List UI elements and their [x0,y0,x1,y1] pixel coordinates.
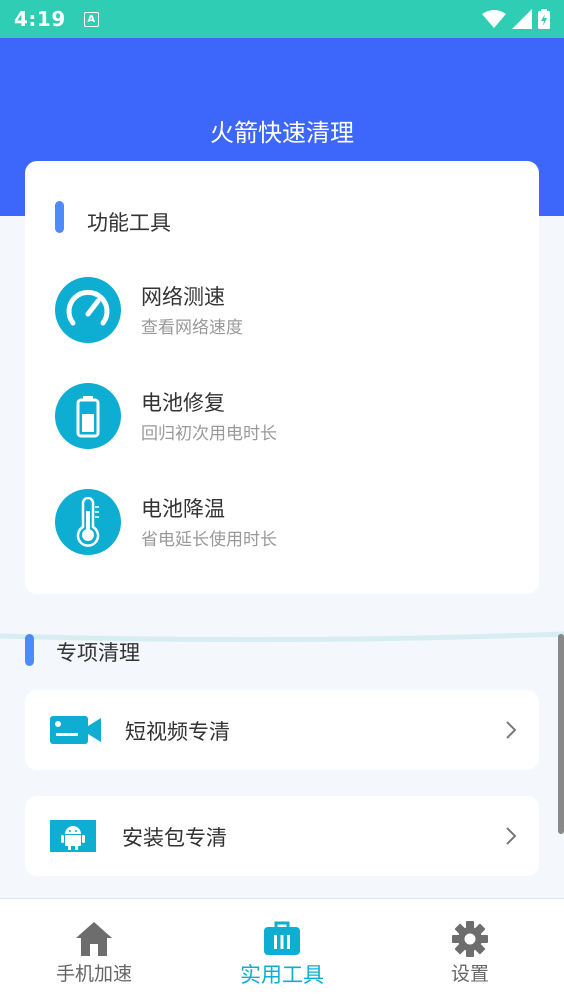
speedometer-icon [55,277,121,343]
nav-item-phone-speedup[interactable]: 手机加速 [0,899,188,1002]
tool-desc: 省电延长使用时长 [141,530,277,550]
battery-icon [55,383,121,449]
tool-item-battery-cooling[interactable]: 电池降温 省电延长使用时长 [55,483,515,563]
nav-label: 实用工具 [240,963,324,987]
status-bar: 4:19 A [0,0,564,38]
tool-name: 电池修复 [141,391,225,415]
notification-a-icon: A [83,11,99,27]
clean-item-label: 短视频专清 [125,720,230,744]
nav-item-settings[interactable]: 设置 [376,899,564,1002]
section-marker [25,634,34,666]
gear-icon [450,919,490,959]
status-time: 4:19 [14,7,66,31]
thermometer-icon [55,489,121,555]
tool-desc: 查看网络速度 [141,318,243,338]
signal-icon [512,9,532,29]
tool-name: 网络测速 [141,285,225,309]
bottom-nav: 手机加速 实用工具 设置 [0,898,564,1002]
battery-status-icon [538,9,550,29]
wifi-icon [482,10,506,28]
clean-item-label: 安装包专清 [122,826,227,850]
apk-clean-item[interactable]: 安装包专清 [25,796,539,876]
toolbox-icon [262,919,302,959]
short-video-clean-item[interactable]: 短视频专清 [25,690,539,770]
tool-desc: 回归初次用电时长 [141,424,277,444]
chevron-right-icon [506,827,517,845]
tool-name: 电池降温 [141,497,225,521]
tools-card: 功能工具 网络测速 查看网络速度 电池修复 回归初次用电时长 电池降温 省电延长… [25,161,539,594]
section-marker [55,201,64,233]
android-package-icon [50,820,96,852]
tool-item-battery-repair[interactable]: 电池修复 回归初次用电时长 [55,377,515,457]
video-camera-icon [50,716,101,744]
home-icon [74,919,114,959]
tools-section-title: 功能工具 [87,211,171,235]
scrollbar[interactable] [558,634,564,834]
status-icons [482,9,550,29]
app-title: 火箭快速清理 [210,119,354,147]
nav-label: 设置 [450,963,489,985]
nav-item-utility-tools[interactable]: 实用工具 [188,899,376,1002]
special-section-title: 专项清理 [56,641,140,665]
nav-label: 手机加速 [55,963,132,985]
tool-item-network-speed[interactable]: 网络测速 查看网络速度 [55,271,515,351]
chevron-right-icon [506,721,517,739]
